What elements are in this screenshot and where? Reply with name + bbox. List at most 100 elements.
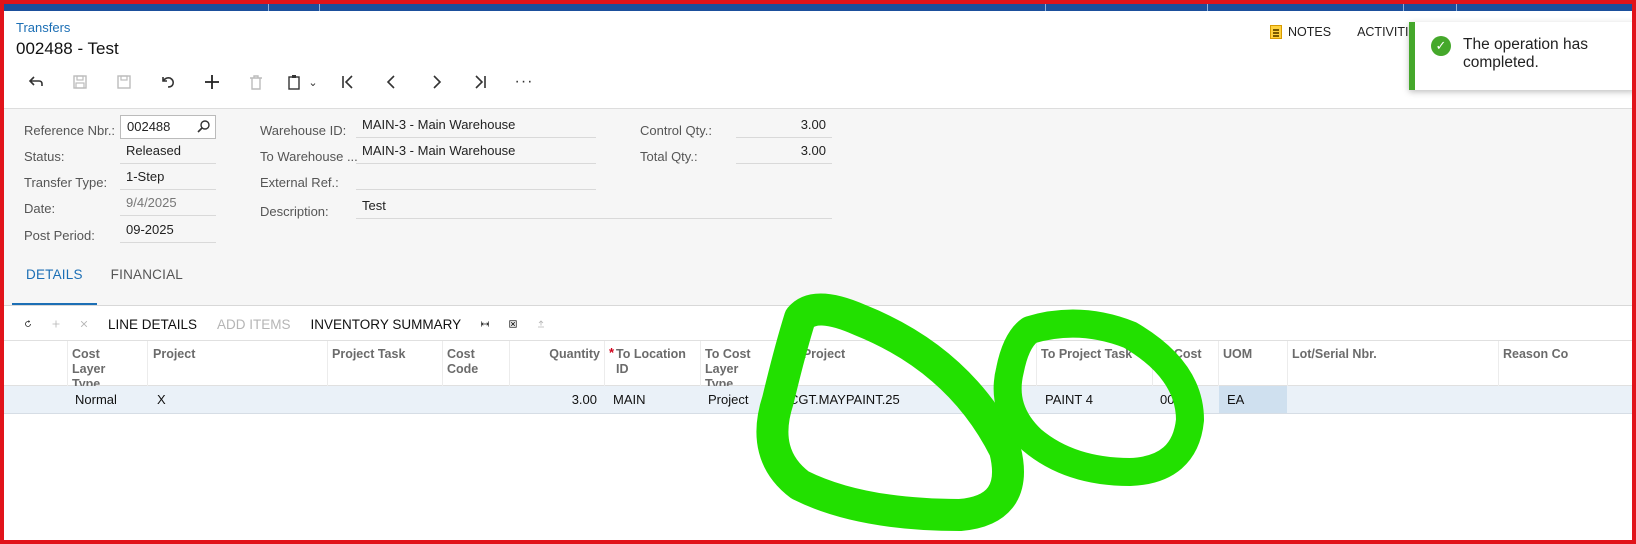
cell-cost-layer-type[interactable]: Normal (75, 392, 117, 407)
add-row-button[interactable] (42, 310, 70, 338)
fit-columns-button[interactable] (471, 310, 499, 338)
upload-icon (538, 320, 545, 328)
breadcrumb[interactable]: Transfers (16, 20, 70, 35)
fit-width-icon (481, 321, 489, 327)
add-items-button[interactable]: ADD ITEMS (207, 310, 301, 338)
delete-row-button[interactable] (70, 310, 98, 338)
total-qty-label: Total Qty.: (640, 149, 698, 164)
activities-label: ACTIVITI (1357, 25, 1409, 39)
back-button[interactable] (14, 68, 58, 96)
refresh-button[interactable] (14, 310, 42, 338)
line-details-button[interactable]: LINE DETAILS (98, 310, 207, 338)
save-icon (117, 75, 131, 89)
header-links: NOTES ACTIVITI (1270, 25, 1408, 39)
col-cost-code[interactable]: Cost Code (447, 347, 487, 377)
tab-details[interactable]: DETAILS (12, 266, 97, 306)
search-icon[interactable] (197, 119, 211, 133)
page-title: 002488 - Test (16, 39, 119, 58)
activities-link[interactable]: ACTIVITI (1357, 25, 1408, 39)
first-record-button[interactable] (326, 68, 370, 96)
excel-icon (509, 320, 517, 328)
date-value[interactable]: 9/4/2025 (120, 192, 216, 216)
warehouse-id-label: Warehouse ID: (260, 123, 347, 138)
cell-to-project-task[interactable]: PAINT 4 (1045, 392, 1093, 407)
col-to-location-id[interactable]: To Location ID (616, 347, 696, 377)
ellipsis-icon: ··· (514, 73, 534, 90)
external-ref-value[interactable] (356, 166, 596, 190)
status-value: Released (120, 140, 216, 164)
post-period-value[interactable]: 09-2025 (120, 219, 216, 243)
control-qty-label: Control Qty.: (640, 123, 713, 138)
cell-to-cost-code[interactable]: 000 (1160, 392, 1182, 407)
reference-nbr-field[interactable]: 002488 (120, 115, 216, 139)
post-period-label: Post Period: (24, 228, 95, 243)
transfer-type-label: Transfer Type: (24, 175, 108, 190)
clipboard-icon (288, 75, 301, 90)
notes-link[interactable]: NOTES (1270, 25, 1331, 39)
plus-icon (52, 320, 60, 328)
external-ref-label: External Ref.: (260, 175, 339, 190)
col-to-project-task[interactable]: To Project Task (1041, 347, 1132, 362)
cell-project[interactable]: X (157, 392, 166, 407)
reference-nbr-label: Reference Nbr.: (24, 123, 116, 138)
col-project[interactable]: Project (153, 347, 195, 362)
inventory-summary-button[interactable]: INVENTORY SUMMARY (301, 310, 472, 338)
tab-divider (4, 305, 1632, 306)
toast-message: The operation has completed. (1463, 36, 1588, 71)
col-lot-serial-nbr[interactable]: Lot/Serial Nbr. (1292, 347, 1377, 362)
tab-financial[interactable]: FINANCIAL (97, 266, 197, 306)
chevron-right-icon (433, 75, 442, 89)
back-arrow-icon (28, 76, 43, 86)
grid-toolbar: LINE DETAILS ADD ITEMS INVENTORY SUMMARY (14, 310, 555, 338)
required-marker: * (609, 345, 615, 360)
notes-label: NOTES (1288, 25, 1332, 39)
more-actions-button[interactable]: ··· (502, 68, 546, 96)
col-quantity[interactable]: Quantity (514, 347, 600, 362)
chevron-left-icon (386, 75, 395, 89)
col-to-project[interactable]: To Project (785, 347, 845, 362)
last-record-button[interactable] (458, 68, 502, 96)
upload-button[interactable] (527, 310, 555, 338)
save-and-close-button[interactable] (58, 68, 102, 96)
tab-bar: DETAILS FINANCIAL (12, 266, 197, 306)
next-record-button[interactable] (414, 68, 458, 96)
save-button[interactable] (102, 68, 146, 96)
refresh-icon (25, 320, 31, 327)
add-button[interactable] (190, 68, 234, 96)
top-navigation-bar (0, 0, 1636, 11)
total-qty-value: 3.00 (736, 140, 832, 164)
save-close-icon (73, 75, 87, 89)
cell-quantity[interactable]: 3.00 (514, 392, 597, 407)
success-toast: ✓ The operation has completed. (1409, 22, 1635, 90)
cell-to-cost-layer-type[interactable]: Project (708, 392, 748, 407)
cell-uom[interactable]: EA (1219, 386, 1287, 413)
plus-icon (205, 75, 219, 89)
warehouse-id-value[interactable]: MAIN-3 - Main Warehouse (356, 114, 596, 138)
description-label: Description: (260, 204, 329, 219)
table-row[interactable]: Normal X 3.00 MAIN Project CGT.MAYPAINT.… (4, 386, 1632, 414)
col-reason-code[interactable]: Reason Co (1503, 347, 1568, 362)
previous-record-button[interactable] (370, 68, 414, 96)
last-icon (475, 75, 486, 89)
grid-header: Cost Layer Type Project Project Task Cos… (4, 340, 1632, 391)
export-excel-button[interactable] (499, 310, 527, 338)
cell-to-location-id[interactable]: MAIN (613, 392, 646, 407)
control-qty-value[interactable]: 3.00 (736, 114, 832, 138)
col-project-task[interactable]: Project Task (332, 347, 405, 362)
trash-icon (250, 75, 262, 90)
description-value[interactable]: Test (356, 195, 832, 219)
copy-paste-button[interactable]: ⌄ (278, 68, 326, 96)
cell-to-project[interactable]: CGT.MAYPAINT.25 (789, 392, 900, 407)
col-to-cost-code[interactable]: To Cost Code (1156, 347, 1212, 377)
delete-button[interactable] (234, 68, 278, 96)
undo-button[interactable] (146, 68, 190, 96)
notes-icon (1270, 25, 1282, 39)
form-toolbar: ⌄ ··· (14, 68, 546, 96)
undo-icon (162, 77, 174, 88)
status-label: Status: (24, 149, 65, 164)
transfer-type-value[interactable]: 1-Step (120, 166, 216, 190)
check-circle-icon: ✓ (1431, 36, 1451, 56)
chevron-down-icon: ⌄ (308, 76, 318, 89)
col-uom[interactable]: UOM (1223, 347, 1252, 362)
to-warehouse-value[interactable]: MAIN-3 - Main Warehouse (356, 140, 596, 164)
